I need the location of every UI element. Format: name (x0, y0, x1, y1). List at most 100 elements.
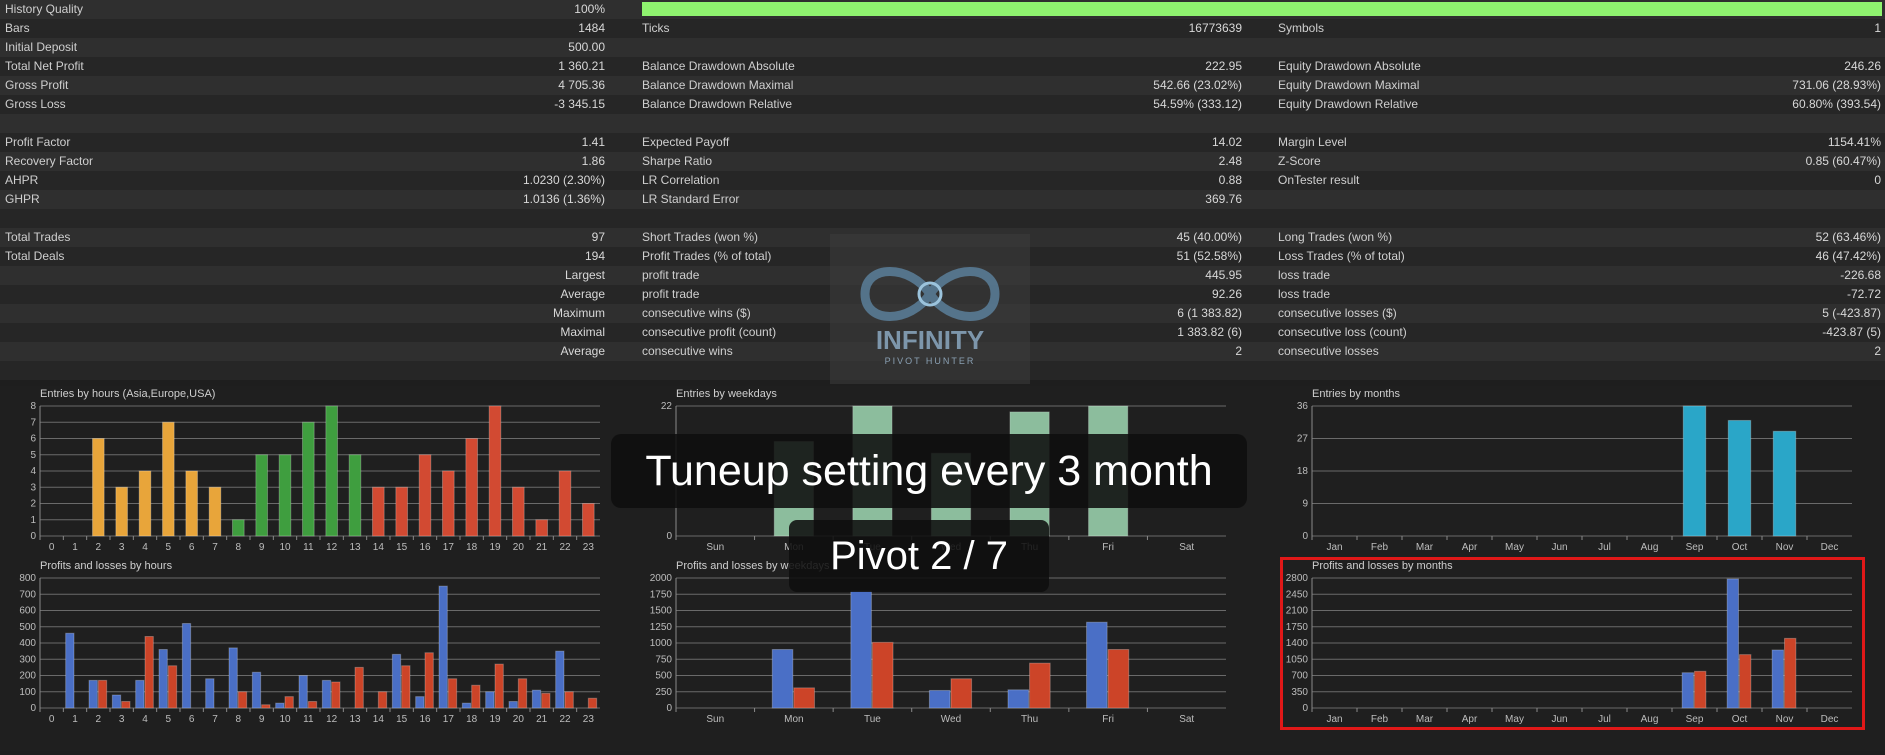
loss-bar (144, 636, 154, 709)
y-tick-label: 9 (1302, 499, 1308, 510)
report-value: -226.68 (1840, 268, 1881, 282)
report-row: Gross Profit 4 705.36 Balance Drawdown Max… (0, 76, 1885, 95)
profit-bar (111, 694, 122, 709)
profit-bar (555, 650, 565, 709)
bar (255, 454, 268, 537)
report-label: consecutive losses (1278, 344, 1379, 358)
bar (535, 519, 548, 537)
report-value: 1484 (578, 21, 605, 35)
report-label: Expected Payoff (642, 135, 730, 149)
x-tick-label: 16 (419, 714, 431, 725)
y-tick-label: 350 (1291, 687, 1308, 698)
bar (92, 438, 105, 537)
x-tick-label: Sep (1686, 542, 1704, 553)
report-label: Loss Trades (% of total) (1278, 249, 1405, 263)
x-tick-label: 20 (513, 714, 525, 725)
x-tick-label: Aug (1641, 714, 1659, 725)
x-tick-label: 17 (443, 542, 455, 553)
y-tick-label: 0 (1302, 531, 1308, 542)
y-tick-label: 750 (655, 654, 672, 665)
bar (512, 486, 525, 537)
report-label: Balance Drawdown Relative (642, 97, 793, 111)
report-value: Largest (564, 268, 605, 282)
entries-by-hours-chart: 0123456780 1 2 3 4 5 6 7 8 9 10 11 12 13 14 15 16 17 18 19 2… (30, 401, 600, 553)
x-tick-label: 11 (303, 714, 314, 725)
loss-bar (377, 691, 388, 709)
x-tick-label: 9 (259, 714, 265, 725)
report-label: Sharpe Ratio (642, 154, 713, 168)
x-tick-label: Jan (1326, 714, 1342, 725)
report-value: 1.86 (581, 154, 605, 168)
x-tick-label: 3 (119, 714, 125, 725)
bar (232, 519, 245, 537)
report-value: 222.95 (1205, 59, 1242, 73)
x-tick-label: 5 (166, 714, 172, 725)
x-tick-label: 21 (536, 714, 548, 725)
pl-by-months-chart: 0 350 700 1050 1400 1750 2100 2450 2800 Jan Feb Mar… (1286, 573, 1852, 725)
y-tick-label: 2100 (1286, 606, 1309, 617)
y-tick-label: 500 (19, 622, 36, 633)
y-tick-label: 8 (30, 401, 36, 412)
y-tick-label: 0 (666, 531, 672, 542)
profit-bar (181, 623, 192, 709)
report-label: consecutive loss (count) (1278, 325, 1407, 339)
report-value: 194 (584, 249, 605, 263)
x-tick-label: May (1505, 714, 1524, 725)
y-tick-label: 1750 (650, 589, 673, 600)
x-tick-label: Oct (1732, 542, 1748, 553)
bar (488, 405, 502, 537)
entries-by-hours-title: Entries by hours (Asia,Europe,USA) (40, 388, 216, 400)
history-quality-value: 100% (574, 2, 605, 16)
bar (558, 470, 572, 537)
entries-by-hours-panel: Entries by hours (Asia,Europe,USA) 01234… (0, 386, 612, 572)
report-value: 1 383.82 (6) (1177, 325, 1242, 339)
profit-bar (850, 590, 872, 709)
report-row: AHPR 1.0230 (2.30%) LR Correlation 0.88 OnTe… (0, 171, 1885, 190)
loss-bar (237, 691, 248, 709)
report-label: consecutive profit (count) (642, 325, 777, 339)
x-tick-label: Fri (1102, 714, 1114, 725)
loss-bar (793, 687, 815, 709)
x-tick-label: 16 (419, 542, 431, 553)
report-value: 542.66 (23.02%) (1153, 78, 1242, 92)
x-tick-label: 2 (96, 714, 102, 725)
bar (325, 405, 339, 537)
x-tick-label: Nov (1776, 714, 1794, 725)
y-tick-label: 0 (30, 531, 36, 542)
loss-bar (97, 679, 108, 709)
report-value: 5 (-423.87) (1822, 306, 1881, 320)
x-tick-label: 15 (396, 542, 408, 553)
x-tick-label: 13 (349, 714, 361, 725)
report-value: 2.48 (1218, 154, 1242, 168)
profit-bar (1086, 621, 1108, 709)
y-tick-label: 18 (1297, 466, 1309, 477)
x-tick-label: 12 (326, 542, 338, 553)
report-label: Long Trades (won %) (1278, 230, 1393, 244)
report-label: Total Trades (5, 230, 71, 244)
y-tick-label: 2000 (650, 573, 673, 584)
x-tick-label: 0 (49, 714, 55, 725)
x-tick-label: Sun (706, 714, 724, 725)
x-tick-label: Dec (1821, 542, 1839, 553)
bar (1682, 405, 1707, 537)
bar (278, 454, 292, 537)
x-tick-label: 11 (303, 542, 314, 553)
x-tick-label: 10 (279, 714, 291, 725)
x-tick-label: 2 (96, 542, 102, 553)
x-tick-label: 10 (279, 542, 291, 553)
report-value: 0 (1874, 173, 1881, 187)
report-value: 1.0136 (1.36%) (522, 192, 605, 206)
report-value: Average (560, 344, 605, 358)
report-label: Bars (5, 21, 30, 35)
x-tick-label: 6 (189, 714, 195, 725)
x-tick-label: 12 (326, 714, 338, 725)
x-tick-label: 20 (513, 542, 525, 553)
entries-by-weekdays-title: Entries by weekdays (676, 388, 777, 400)
y-tick-label: 4 (30, 466, 36, 477)
loss-bar (564, 691, 574, 709)
pl-by-months-panel: Profits and losses by months 0 350 700 1050… (1272, 560, 1872, 750)
profit-bar (1726, 578, 1739, 709)
report-value: 2 (1874, 344, 1881, 358)
bar (302, 421, 315, 537)
x-tick-label: 23 (583, 542, 595, 553)
